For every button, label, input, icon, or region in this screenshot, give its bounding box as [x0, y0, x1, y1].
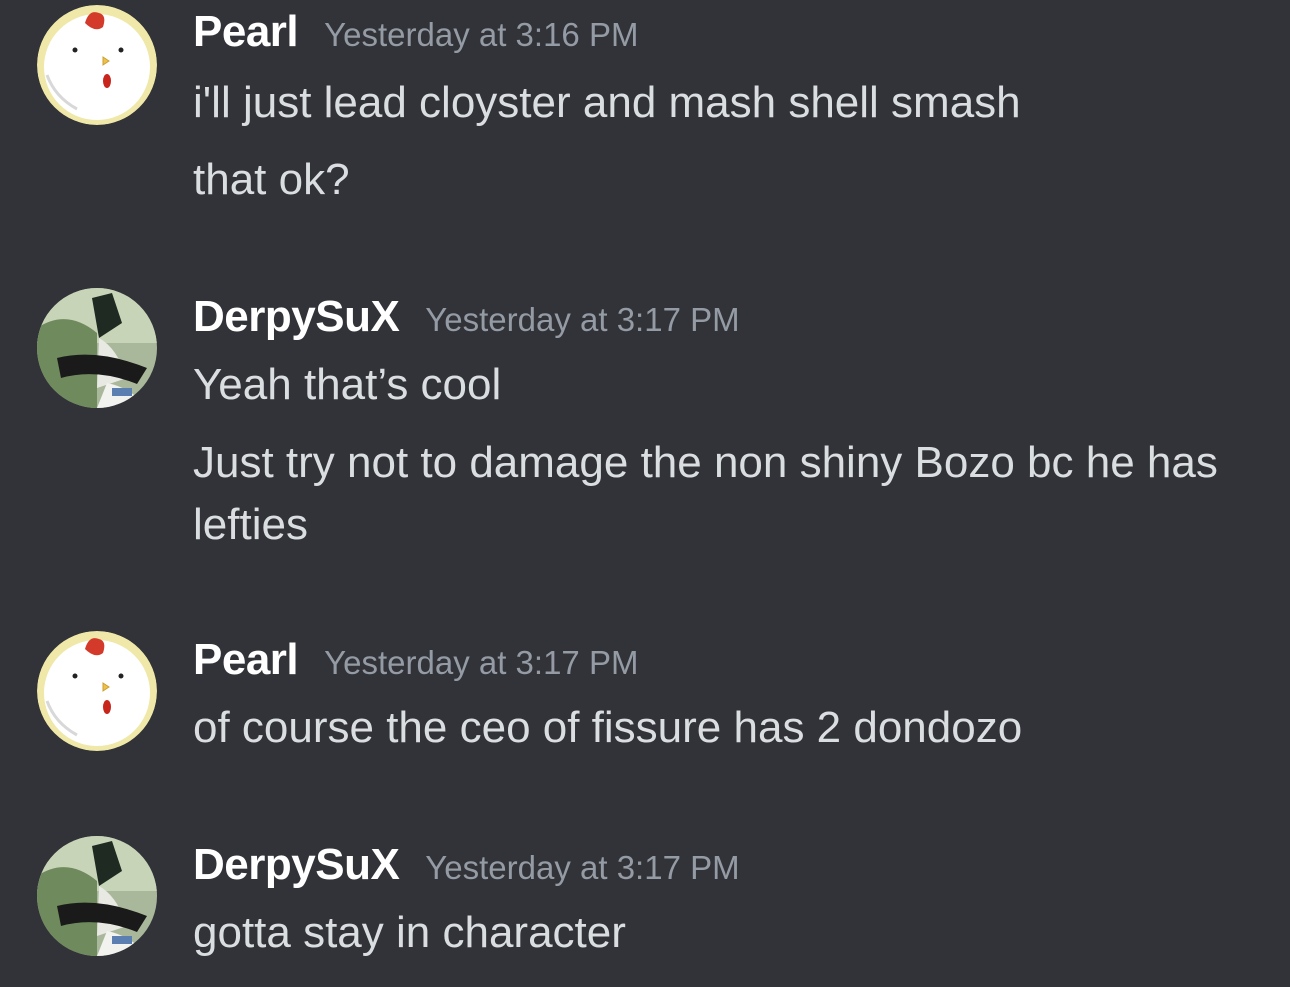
timestamp[interactable]: Yesterday at 3:17 PM [324, 631, 638, 695]
timestamp[interactable]: Yesterday at 3:17 PM [425, 836, 739, 900]
username[interactable]: Pearl [193, 628, 299, 692]
message-group: DerpySuX Yesterday at 3:17 PM gotta stay… [0, 833, 1290, 983]
message-text: Yeah that’s cool [193, 360, 502, 409]
message-group: Pearl Yesterday at 3:16 PM i'll just lea… [0, 0, 1290, 230]
timestamp[interactable]: Yesterday at 3:17 PM [425, 288, 739, 352]
message-text: gotta stay in character [193, 908, 626, 957]
message-text: of course the ceo of fissure has 2 dondo… [193, 703, 1023, 752]
message-group: Pearl Yesterday at 3:17 PM of course the… [0, 628, 1290, 768]
message-group: DerpySuX Yesterday at 3:17 PM Yeah that’… [0, 285, 1290, 565]
username[interactable]: DerpySuX [193, 833, 400, 897]
chicken-avatar-icon[interactable] [37, 631, 157, 751]
timestamp[interactable]: Yesterday at 3:16 PM [324, 3, 638, 67]
message-header: DerpySuX Yesterday at 3:17 PM [193, 285, 740, 352]
chicken-avatar-icon[interactable] [37, 5, 157, 125]
message-text: that ok? [193, 155, 350, 204]
message-header: Pearl Yesterday at 3:17 PM [193, 628, 638, 695]
meowscarada-avatar-icon[interactable] [37, 836, 157, 956]
message-header: DerpySuX Yesterday at 3:17 PM [193, 833, 740, 900]
message-text: i'll just lead cloyster and mash shell s… [193, 78, 1021, 127]
message-header: Pearl Yesterday at 3:16 PM [193, 0, 638, 67]
username[interactable]: DerpySuX [193, 285, 400, 349]
username[interactable]: Pearl [193, 0, 299, 64]
message-text: Just try not to damage the non shiny Boz… [193, 438, 1218, 549]
meowscarada-avatar-icon[interactable] [37, 288, 157, 408]
